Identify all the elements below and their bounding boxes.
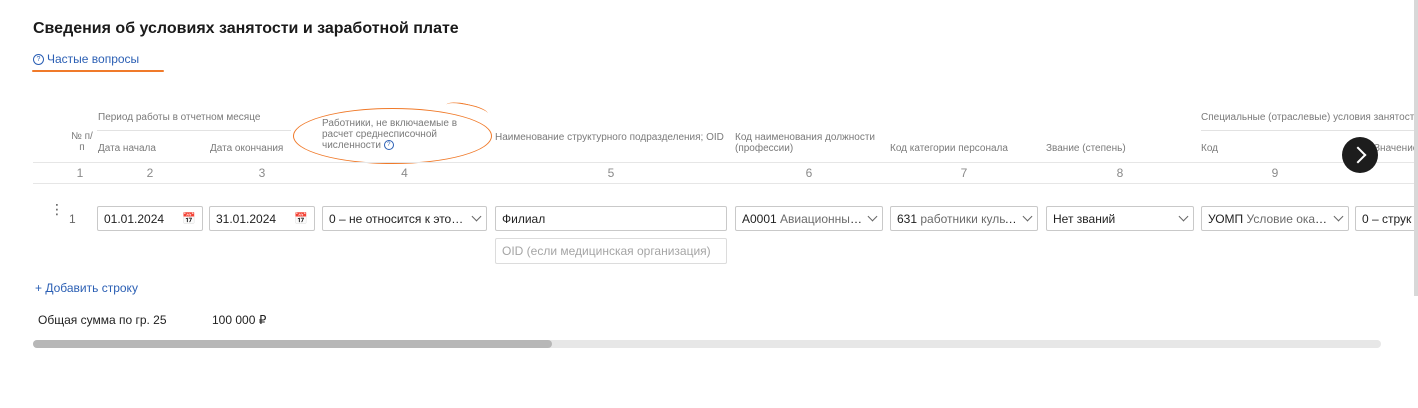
col-header-structural-unit: Наименование структурного подразделения;…: [495, 132, 724, 143]
col-header-no: № п/п: [71, 131, 93, 153]
faq-label: Частые вопросы: [47, 52, 140, 66]
special-value-select[interactable]: 0 – структурное подразделение: [1355, 206, 1418, 231]
end-date-input[interactable]: 31.01.2024 📅: [209, 206, 315, 231]
category-name: работники культуры: [920, 211, 1018, 226]
oid-placeholder: OID (если медицинская организация): [502, 244, 711, 258]
special-code-select[interactable]: УОМП Условие оказания медицинской помощи: [1201, 206, 1349, 231]
col-header-position-code: Код наименования должности (профессии): [735, 132, 875, 154]
rank-select[interactable]: Нет званий: [1046, 206, 1194, 231]
col-number: 6: [805, 166, 813, 180]
horizontal-scrollbar-thumb[interactable]: [33, 340, 552, 348]
col-number: 1: [76, 166, 84, 180]
special-name: Условие оказания медицинской помощи: [1246, 211, 1329, 226]
col-number: 3: [258, 166, 266, 180]
chevron-down-icon: [1022, 211, 1033, 222]
structural-unit-value: Филиал: [502, 211, 546, 226]
group-header-period: Период работы в отчетном месяце: [98, 112, 261, 123]
col-header-start-date: Дата начала: [98, 143, 156, 154]
start-date-value: 01.01.2024: [104, 211, 165, 226]
chevron-down-icon: [471, 211, 482, 222]
group-header-special-line: [1201, 130, 1418, 131]
col-number: 9: [1271, 166, 1279, 180]
position-code: А0001: [742, 211, 777, 226]
category-code: 631: [897, 211, 918, 226]
rank-value: Нет званий: [1053, 211, 1116, 226]
col-header-rank: Звание (степень): [1046, 143, 1126, 154]
excluded-workers-value: 0 – не относится к этой категории: [329, 211, 467, 226]
chevron-down-icon: [1333, 211, 1344, 222]
chevron-down-icon: [1178, 211, 1189, 222]
chevron-right-icon: [1349, 146, 1366, 164]
total-value: 100 000 ₽: [212, 313, 267, 327]
col-header-category-code: Код категории персонала: [890, 143, 1008, 154]
drag-handle-icon[interactable]: ⋮: [50, 202, 64, 216]
add-row-button[interactable]: + Добавить строку: [35, 281, 138, 295]
col-header-special-value: Значение: [1374, 143, 1418, 154]
numbers-divider: [33, 183, 1418, 184]
col-number: 5: [607, 166, 615, 180]
col-header-end-date: Дата окончания: [210, 143, 284, 154]
special-code: УОМП: [1208, 211, 1244, 226]
column-4-annotation-circle: [293, 108, 492, 164]
col-number: 2: [146, 166, 154, 180]
header-divider: [33, 162, 1418, 163]
chevron-down-icon: [867, 211, 878, 222]
scroll-right-button[interactable]: [1342, 137, 1378, 173]
faq-annotation-underline: [32, 70, 164, 72]
special-value: 0 – структурное подразделение: [1362, 211, 1412, 226]
calendar-icon[interactable]: 📅: [182, 212, 196, 225]
excluded-workers-select[interactable]: 0 – не относится к этой категории: [322, 206, 487, 231]
horizontal-scrollbar[interactable]: [33, 340, 1381, 348]
position-name: Авиационный механик: [780, 211, 863, 226]
end-date-value: 31.01.2024: [216, 211, 277, 226]
page-title: Сведения об условиях занятости и заработ…: [33, 20, 459, 37]
question-circle-icon: ?: [33, 53, 44, 65]
total-label: Общая сумма по гр. 25: [38, 313, 167, 327]
col-number: 4: [401, 166, 408, 180]
row-number: 1: [69, 212, 76, 226]
col-number: 7: [960, 166, 968, 180]
faq-link[interactable]: ? Частые вопросы: [33, 52, 139, 66]
start-date-input[interactable]: 01.01.2024 📅: [97, 206, 203, 231]
oid-input[interactable]: OID (если медицинская организация): [495, 238, 727, 264]
group-header-period-line: [97, 130, 291, 131]
category-code-select[interactable]: 631 работники культуры: [890, 206, 1038, 231]
col-number: 8: [1116, 166, 1124, 180]
vertical-scrollbar[interactable]: [1414, 0, 1418, 296]
position-code-select[interactable]: А0001 Авиационный механик: [735, 206, 883, 231]
group-header-special: Специальные (отраслевые) условия занятос…: [1201, 112, 1418, 123]
structural-unit-input[interactable]: Филиал: [495, 206, 727, 231]
calendar-icon[interactable]: 📅: [294, 212, 308, 225]
col-header-special-code: Код: [1201, 143, 1219, 154]
